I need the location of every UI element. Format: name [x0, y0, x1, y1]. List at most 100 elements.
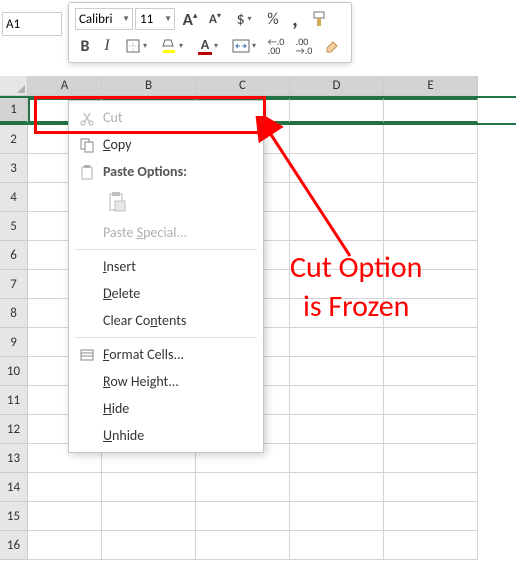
dollar-icon: $ — [236, 10, 244, 29]
cell[interactable] — [384, 98, 478, 123]
column-header-d[interactable]: D — [290, 76, 384, 96]
comma-style-button[interactable]: , — [285, 7, 305, 31]
italic-button[interactable]: I — [97, 34, 117, 58]
cell[interactable] — [290, 415, 384, 444]
merge-center-button[interactable]: ▾ — [227, 34, 261, 58]
row-header[interactable]: 16 — [0, 531, 28, 560]
format-painter-icon — [311, 10, 329, 28]
row-header[interactable]: 12 — [0, 415, 28, 444]
cell[interactable] — [290, 241, 384, 270]
cell[interactable] — [290, 270, 384, 299]
cell[interactable] — [290, 212, 384, 241]
cell[interactable] — [290, 183, 384, 212]
cell[interactable] — [102, 502, 196, 531]
cell[interactable] — [384, 502, 478, 531]
cell[interactable] — [290, 328, 384, 357]
menu-label: Format Cells... — [103, 346, 184, 363]
cell[interactable] — [384, 357, 478, 386]
cell[interactable] — [290, 98, 384, 123]
cell[interactable] — [290, 357, 384, 386]
eraser-icon — [323, 37, 341, 55]
percent-button[interactable]: % — [263, 7, 283, 31]
font-name-select[interactable]: Calibri ▼ — [75, 8, 133, 30]
bold-button[interactable]: B — [75, 34, 95, 58]
column-header-e[interactable]: E — [384, 76, 478, 96]
cell[interactable] — [28, 502, 102, 531]
column-header-b[interactable]: B — [102, 76, 196, 96]
cell[interactable] — [102, 531, 196, 560]
clear-formatting-button[interactable] — [319, 34, 345, 58]
cell[interactable] — [290, 386, 384, 415]
cell[interactable] — [196, 531, 290, 560]
menu-label: Paste Options: — [103, 163, 187, 180]
cell[interactable] — [290, 531, 384, 560]
menu-item-format-cells[interactable]: Format Cells... — [71, 341, 261, 368]
menu-item-row-height[interactable]: Row Height... — [71, 368, 261, 395]
cell[interactable] — [290, 125, 384, 154]
cell[interactable] — [28, 531, 102, 560]
menu-item-copy[interactable]: Copy — [71, 131, 261, 158]
increase-decimal-icon: ←.0.00 — [268, 37, 285, 55]
cell[interactable] — [290, 473, 384, 502]
cell[interactable] — [384, 531, 478, 560]
cell[interactable] — [290, 502, 384, 531]
cell[interactable] — [290, 154, 384, 183]
cell[interactable] — [384, 212, 478, 241]
row-header[interactable]: 9 — [0, 328, 28, 357]
cell[interactable] — [384, 183, 478, 212]
cell[interactable] — [384, 386, 478, 415]
cell[interactable] — [102, 473, 196, 502]
cell[interactable] — [196, 473, 290, 502]
border-icon — [125, 38, 141, 54]
currency-button[interactable]: $ ▾ — [227, 7, 261, 31]
grow-font-icon: A — [183, 9, 193, 30]
cell[interactable] — [384, 444, 478, 473]
cell[interactable] — [384, 473, 478, 502]
cell[interactable] — [196, 502, 290, 531]
increase-decimal-button[interactable]: ←.0.00 — [263, 34, 289, 58]
row-header[interactable]: 13 — [0, 444, 28, 473]
shrink-font-button[interactable]: A▾ — [205, 7, 225, 31]
cell[interactable] — [384, 270, 478, 299]
row-header[interactable]: 5 — [0, 212, 28, 241]
row-header[interactable]: 3 — [0, 154, 28, 183]
font-size-value: 11 — [140, 12, 153, 27]
menu-item-insert[interactable]: Insert — [71, 253, 261, 280]
cell[interactable] — [384, 125, 478, 154]
row-header[interactable]: 11 — [0, 386, 28, 415]
row-header[interactable]: 7 — [0, 270, 28, 299]
cell[interactable] — [384, 154, 478, 183]
menu-item-hide[interactable]: Hide — [71, 395, 261, 422]
cell[interactable] — [28, 473, 102, 502]
border-button[interactable]: ▾ — [119, 34, 153, 58]
column-header-a[interactable]: A — [28, 76, 102, 96]
decrease-decimal-button[interactable]: .00→.0 — [291, 34, 317, 58]
cell[interactable] — [384, 241, 478, 270]
fill-color-button[interactable]: ▾ — [155, 34, 189, 58]
row-header[interactable]: 10 — [0, 357, 28, 386]
grow-font-button[interactable]: A▴ — [177, 7, 203, 31]
cell[interactable] — [384, 328, 478, 357]
cell[interactable] — [290, 444, 384, 473]
row-header[interactable]: 8 — [0, 299, 28, 328]
font-size-select[interactable]: 11 ▼ — [135, 8, 175, 30]
row-header-1[interactable]: 1 — [0, 98, 28, 123]
table-row: 15 — [0, 502, 516, 531]
menu-item-delete[interactable]: Delete — [71, 280, 261, 307]
row-header[interactable]: 15 — [0, 502, 28, 531]
row-header[interactable]: 14 — [0, 473, 28, 502]
cell[interactable] — [384, 415, 478, 444]
row-header[interactable]: 4 — [0, 183, 28, 212]
column-header-c[interactable]: C — [196, 76, 290, 96]
cell[interactable] — [384, 299, 478, 328]
row-header[interactable]: 2 — [0, 125, 28, 154]
table-row: 16 — [0, 531, 516, 560]
cell[interactable] — [290, 299, 384, 328]
row-header[interactable]: 6 — [0, 241, 28, 270]
menu-item-unhide[interactable]: Unhide — [71, 422, 261, 449]
menu-item-clear-contents[interactable]: Clear Contents — [71, 307, 261, 334]
format-painter-button[interactable] — [307, 7, 333, 31]
select-all-corner[interactable] — [0, 76, 28, 96]
font-color-button[interactable]: A ▾ — [191, 34, 225, 58]
name-box[interactable]: A1 — [2, 12, 62, 36]
